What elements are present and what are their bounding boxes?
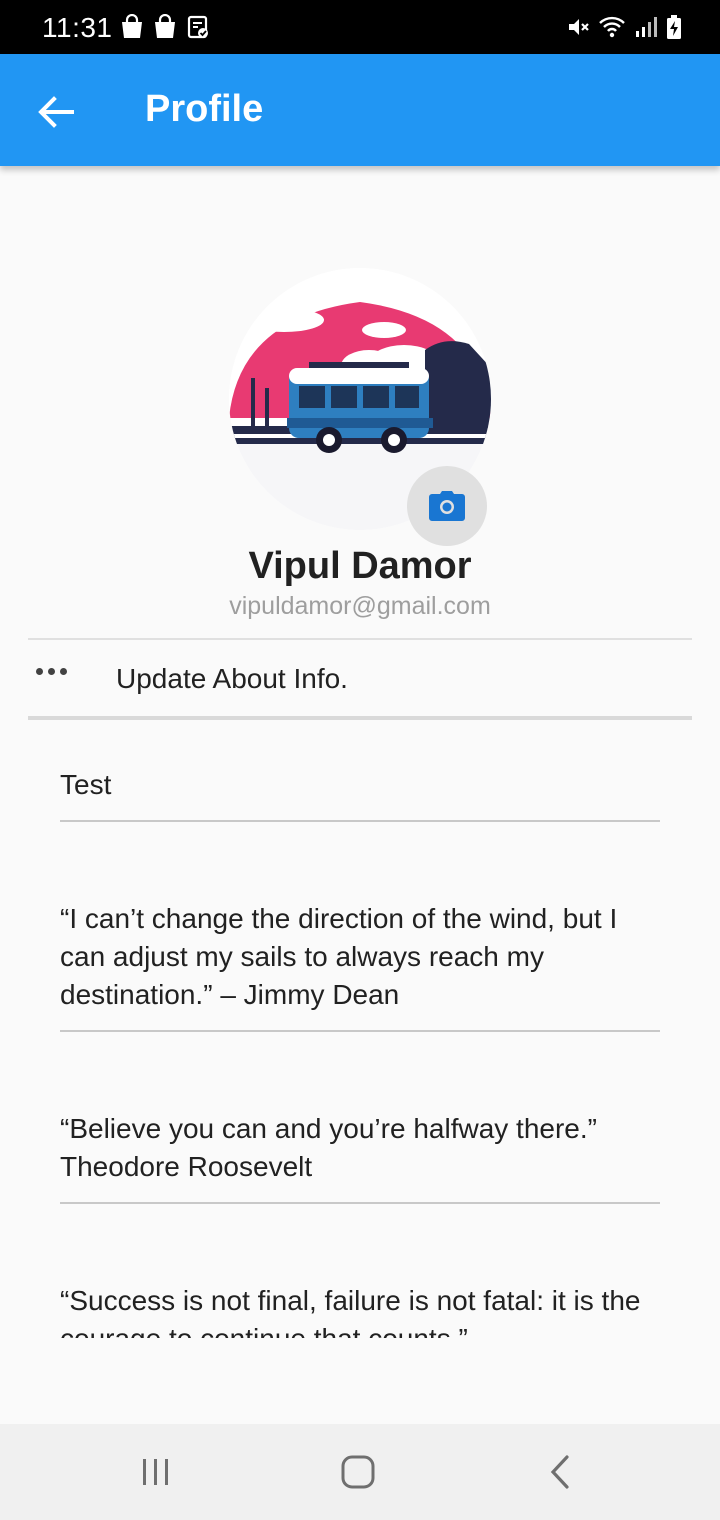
app-bar: Profile	[0, 54, 720, 166]
update-about-label: Update About Info.	[116, 663, 348, 694]
about-list-item[interactable]: “Believe you can and you’re halfway ther…	[60, 1110, 660, 1204]
back-button[interactable]	[34, 90, 78, 134]
system-navigation-bar	[0, 1424, 720, 1520]
home-icon	[341, 1455, 375, 1489]
arrow-left-icon	[38, 96, 74, 128]
page-title: Profile	[145, 88, 264, 130]
back-nav-button[interactable]	[532, 1452, 588, 1492]
status-time: 11:31	[42, 12, 113, 43]
profile-avatar-container	[229, 268, 491, 546]
notification-icons	[120, 14, 210, 40]
camera-icon	[429, 491, 465, 521]
recent-apps-button[interactable]	[128, 1452, 184, 1492]
update-about-button[interactable]: Update About Info.	[28, 640, 692, 718]
back-icon	[550, 1455, 569, 1489]
shopping-bag-icon	[155, 14, 175, 38]
battery-charging-icon	[667, 15, 681, 39]
shopping-bag-icon	[122, 14, 142, 38]
system-icons	[566, 14, 682, 40]
change-photo-button[interactable]	[407, 466, 487, 546]
user-name: Vipul Damor	[248, 545, 472, 587]
status-bar: 11:31	[0, 0, 720, 54]
about-list-item[interactable]: “I can’t change the direction of the win…	[60, 900, 660, 1032]
user-email: vipuldamor@gmail.com	[229, 592, 491, 620]
about-list: Test “I can’t change the direction of th…	[0, 720, 720, 1338]
more-horizontal-icon	[36, 668, 67, 675]
clipboard-check-icon	[187, 15, 208, 39]
about-list-item[interactable]: Test	[60, 766, 660, 822]
signal-icon	[636, 17, 657, 37]
home-button[interactable]	[330, 1452, 386, 1492]
mute-icon	[569, 19, 589, 35]
wifi-icon	[599, 16, 625, 38]
about-list-item[interactable]: “Success is not final, failure is not fa…	[60, 1282, 660, 1338]
recent-apps-icon	[143, 1459, 168, 1485]
